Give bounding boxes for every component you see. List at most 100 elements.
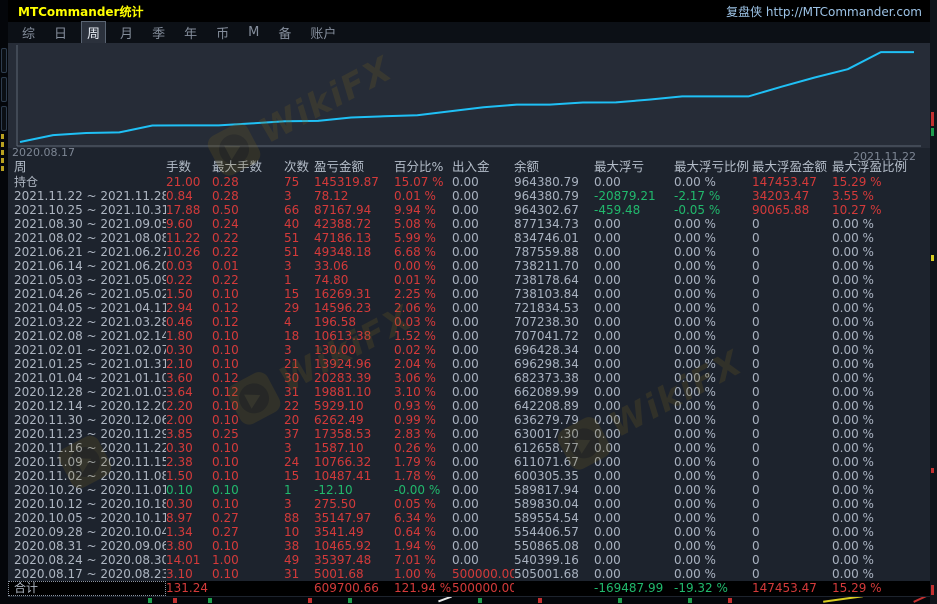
cell: 51 (284, 231, 314, 245)
table-row[interactable]: 2020.11.02 ~ 2020.11.081.500.101510487.4… (8, 469, 930, 483)
cell: 0.00 % (832, 539, 916, 553)
table-row[interactable]: 2021.08.02 ~ 2021.08.0811.220.225147186.… (8, 231, 930, 245)
table-row[interactable]: 2021.06.14 ~ 2021.06.200.030.01333.060.0… (8, 259, 930, 273)
table-row[interactable]: 2021.03.22 ~ 2021.03.280.460.124196.580.… (8, 315, 930, 329)
tab-账户[interactable]: 账户 (305, 22, 341, 43)
tab-M[interactable]: M (243, 24, 264, 41)
table-row[interactable]: 2020.10.05 ~ 2020.10.118.970.278835147.9… (8, 511, 930, 525)
table-row[interactable]: 2020.10.12 ~ 2020.10.180.300.103275.500.… (8, 497, 930, 511)
cell: 18 (284, 329, 314, 343)
cell: 505001.68 (514, 567, 594, 581)
column-header[interactable]: 盈亏金额 (314, 158, 394, 175)
tab-月[interactable]: 月 (115, 22, 138, 43)
table-row[interactable]: 2021.02.08 ~ 2021.02.141.800.101810613.3… (8, 329, 930, 343)
table-row[interactable]: 2021.11.22 ~ 2021.11.280.840.28378.120.0… (8, 189, 930, 203)
cell: 0 (752, 553, 832, 567)
table-row[interactable]: 2021.04.26 ~ 2021.05.021.500.101516269.3… (8, 287, 930, 301)
weekly-stats-table: 周手数最大手数次数盈亏金额百分比%出入金余额最大浮亏最大浮亏比例最大浮盈金额最大… (8, 158, 930, 596)
table-row[interactable]: 2020.09.28 ~ 2020.10.041.340.27103541.49… (8, 525, 930, 539)
cell: 2021.10.25 ~ 2021.10.31 (8, 203, 166, 217)
table-row[interactable]: 2020.12.14 ~ 2020.12.202.200.10225929.10… (8, 399, 930, 413)
cell: 0.84 (166, 189, 212, 203)
equity-chart-panel: WikiFX (8, 43, 930, 148)
table-row[interactable]: 2021.10.25 ~ 2021.10.3117.880.506687167.… (8, 203, 930, 217)
table-row[interactable]: 2020.08.31 ~ 2020.09.063.800.103810465.9… (8, 539, 930, 553)
table-row[interactable]: 2020.11.16 ~ 2020.11.220.300.1031587.100… (8, 441, 930, 455)
tab-综[interactable]: 综 (17, 22, 40, 43)
column-header[interactable]: 手数 (166, 158, 212, 175)
table-row[interactable]: 2020.11.23 ~ 2020.11.293.850.253717358.5… (8, 427, 930, 441)
tab-日[interactable]: 日 (49, 22, 72, 43)
cell: 49348.18 (314, 245, 394, 259)
table-row[interactable]: 2021.04.05 ~ 2021.04.112.940.122914596.2… (8, 301, 930, 315)
column-header[interactable]: 次数 (284, 158, 314, 175)
table-row[interactable]: 2021.01.25 ~ 2021.01.312.100.102113924.9… (8, 357, 930, 371)
cell: 0 (752, 539, 832, 553)
column-header[interactable]: 余额 (514, 158, 594, 175)
cell: 0 (752, 511, 832, 525)
window-title: MTCommander统计 (18, 3, 143, 20)
column-header[interactable]: 周 (8, 158, 166, 175)
cell: 0.00 (452, 189, 514, 203)
cell: 42388.72 (314, 217, 394, 231)
table-row[interactable]: 2020.08.24 ~ 2020.08.3014.011.004935397.… (8, 553, 930, 567)
cell: 35147.97 (314, 511, 394, 525)
table-row[interactable]: 2021.08.30 ~ 2021.09.059.600.244042388.7… (8, 217, 930, 231)
cell: 0.00 % (674, 287, 752, 301)
cell: 3 (284, 497, 314, 511)
cell: 19881.10 (314, 385, 394, 399)
cell: 5001.68 (314, 567, 394, 581)
tab-备[interactable]: 备 (273, 22, 296, 43)
table-row[interactable]: 2020.11.09 ~ 2020.11.152.380.102410766.3… (8, 455, 930, 469)
titlebar[interactable]: MTCommander统计 复盘侠 http://MTCommander.com (8, 0, 930, 22)
table-row[interactable]: 2020.08.17 ~ 2020.08.233.100.10315001.68… (8, 567, 930, 581)
column-header[interactable]: 最大浮亏 (594, 158, 674, 175)
cell: 0.22 (212, 245, 284, 259)
table-row[interactable]: 2020.12.28 ~ 2021.01.033.640.123119881.1… (8, 385, 930, 399)
table-row[interactable]: 2021.05.03 ~ 2021.05.090.220.22174.800.0… (8, 273, 930, 287)
cell: 0 (752, 455, 832, 469)
table-row[interactable]: 持仓21.000.2875145319.8715.07 %0.00964380.… (8, 175, 930, 189)
brand-link[interactable]: 复盘侠 http://MTCommander.com (726, 3, 922, 20)
tab-周[interactable]: 周 (81, 21, 106, 44)
cell: 0.00 % (832, 427, 916, 441)
cell: 0.12 (212, 371, 284, 385)
table-row[interactable]: 2021.02.01 ~ 2021.02.070.300.103130.000.… (8, 343, 930, 357)
cell: 2.20 (166, 399, 212, 413)
column-header[interactable]: 出入金 (452, 158, 514, 175)
cell: -19.32 % (674, 581, 752, 596)
background-toolbar-button (1, 106, 7, 131)
total-row[interactable]: 合计131.24609700.66121.94 %500000.00-16948… (8, 581, 930, 596)
cell: 0.30 (166, 441, 212, 455)
cell: 0.00 % (674, 357, 752, 371)
cell: 0.30 (166, 497, 212, 511)
column-header[interactable]: 最大手数 (212, 158, 284, 175)
cell: 145319.87 (314, 175, 394, 189)
table-row[interactable]: 2021.01.04 ~ 2021.01.103.600.123020283.3… (8, 371, 930, 385)
background-mark (1, 166, 4, 171)
cell: 636279.79 (514, 413, 594, 427)
cell: 0.00 (594, 413, 674, 427)
cell: 130.00 (314, 343, 394, 357)
cell: 0.00 % (674, 413, 752, 427)
table-row[interactable]: 2021.06.21 ~ 2021.06.2710.260.225149348.… (8, 245, 930, 259)
cell: 1.50 (166, 469, 212, 483)
cell: 3.06 % (394, 371, 452, 385)
tab-币[interactable]: 币 (211, 22, 234, 43)
cell: 0.00 (452, 231, 514, 245)
table-row[interactable]: 2020.10.26 ~ 2020.11.010.100.101-12.10-0… (8, 483, 930, 497)
cell: 3.10 (166, 567, 212, 581)
column-header[interactable]: 最大浮盈金额 (752, 158, 832, 175)
column-header[interactable]: 百分比% (394, 158, 452, 175)
cell: 8.97 (166, 511, 212, 525)
table-row[interactable]: 2020.11.30 ~ 2020.12.062.000.10206262.49… (8, 413, 930, 427)
tab-季[interactable]: 季 (147, 22, 170, 43)
cell: 0.10 (212, 483, 284, 497)
cell: 29 (284, 301, 314, 315)
cell: 47186.13 (314, 231, 394, 245)
cell: 0.00 (594, 427, 674, 441)
column-header[interactable]: 最大浮亏比例 (674, 158, 752, 175)
cell: 600305.35 (514, 469, 594, 483)
cell: 0.27 (212, 525, 284, 539)
tab-年[interactable]: 年 (179, 22, 202, 43)
